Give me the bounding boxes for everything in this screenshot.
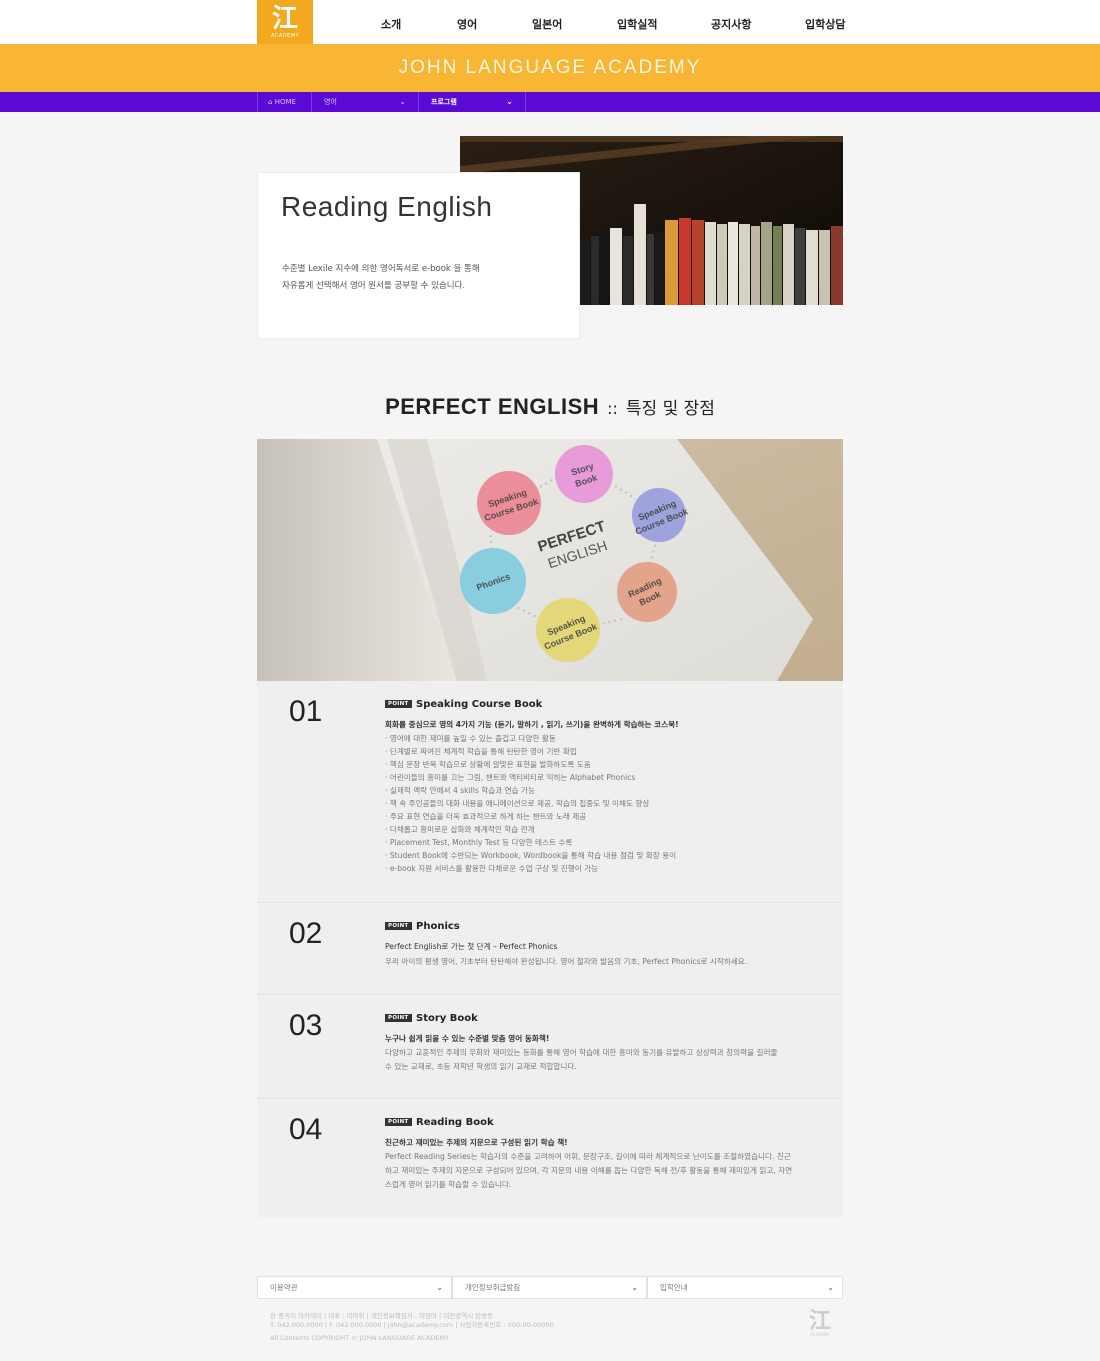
point-item: 03 POINT Story Book 누구나 쉽게 읽을 수 있는 수준별 맞…: [257, 995, 843, 1099]
nav-item-japanese[interactable]: 일본어: [532, 0, 562, 44]
perfect-english-diagram: Story Book Speaking Course Book Reading Book S…: [257, 439, 843, 681]
chevron-down-icon: ⌄: [827, 1283, 834, 1292]
diagram-node-circle: [617, 562, 677, 622]
list-item: 핵심 문장 반복 학습으로 상황에 알맞은 표현을 발화하도록 도움: [385, 758, 676, 771]
list-item: 실제적 맥락 안에서 4 skills 학습과 연습 가능: [385, 784, 676, 797]
point-feature-list: 영어에 대한 재미를 높일 수 있는 즐겁고 다양한 활동 단계별로 짜여진 체…: [385, 732, 676, 875]
chevron-down-icon: ⌄: [631, 1283, 638, 1292]
breadcrumb-home[interactable]: ⌂ HOME: [257, 92, 312, 112]
section-title: PERFECT ENGLISH:: 특징 및 장점: [0, 394, 1100, 420]
diagram-node: StoryBook: [555, 445, 613, 503]
nav-item-english[interactable]: 영어: [457, 0, 477, 44]
point-badge: POINT: [385, 1118, 412, 1126]
footer-select-terms[interactable]: 이용약관 ⌄: [257, 1276, 452, 1299]
breadcrumb-select-category[interactable]: 영어 ⌄: [312, 92, 419, 112]
feature-points: 01 POINT Speaking Course Book 회화를 중심으로 영…: [257, 681, 843, 1217]
point-badge: POINT: [385, 700, 412, 708]
point-lead: 친근하고 재미있는 주제의 지문으로 구성된 읽기 학습 책!: [385, 1138, 568, 1147]
footer-logo: 江 ACADEMY: [808, 1310, 832, 1337]
nav-item-consultation[interactable]: 입학상담: [805, 0, 845, 44]
title-banner: JOHN LANGUAGE ACADEMY: [0, 44, 1100, 92]
point-number: 03: [289, 1009, 323, 1042]
diagram-node: ReadingBook: [617, 562, 677, 622]
list-item: 다채롭고 흥미로운 삽화와 체계적인 학습 전개: [385, 823, 676, 836]
footer-logo-subtitle: ACADEMY: [810, 1332, 830, 1337]
point-lead: 회화를 중심으로 영의 4가지 기능 (듣기, 말하기 , 읽기, 쓰기)을 완…: [385, 720, 679, 729]
footer-contact-info: T. 042.000.0000 | F. 042.000.0000 | john…: [270, 1321, 554, 1329]
point-title: Phonics: [416, 921, 460, 932]
chevron-down-icon: ⌄: [399, 97, 406, 106]
list-item: 어린이들의 흥미를 끄는 그림, 챈트와 액티비티로 익히는 Alphabet …: [385, 771, 676, 784]
breadcrumb-category-label: 영어: [324, 98, 337, 106]
point-number: 01: [289, 695, 323, 728]
diagram-node: SpeakingCourse Book: [536, 598, 600, 662]
intro-description-line-1: 수준별 Lexile 지수에 의한 영어독서로 e-book 을 통해: [282, 264, 480, 274]
logo-subtitle: ACADEMY: [270, 32, 300, 39]
list-item: 단계별로 짜여진 체계적 학습을 통해 탄탄한 영어 기반 확립: [385, 745, 676, 758]
list-item: 주요 표현 연습을 더욱 효과적으로 하게 하는 챈트와 노래 제공: [385, 810, 676, 823]
breadcrumb-page-label: 프로그램: [431, 98, 457, 106]
point-title: Story Book: [416, 1013, 478, 1024]
footer-select-privacy[interactable]: 개인정보취급방침 ⌄: [452, 1276, 647, 1299]
list-item: Placement Test, Monthly Test 등 다양한 테스트 수…: [385, 836, 676, 849]
footer-logo-glyph: 江: [808, 1308, 831, 1334]
footer-copyright: All Contents COPYRIGHT © JOHN LANGUAGE A…: [270, 1334, 450, 1342]
section-title-en: PERFECT ENGLISH: [385, 394, 600, 419]
point-title: Speaking Course Book: [416, 699, 543, 710]
point-description: 우리 아이의 평생 영어, 기초부터 탄탄해야 완성됩니다. 영어 철자와 발음…: [385, 957, 748, 966]
section-title-ko: 특징 및 장점: [625, 399, 715, 419]
diagram-node: SpeakingCourse Book: [477, 471, 541, 535]
academy-logo[interactable]: 江 ACADEMY: [257, 0, 313, 44]
chevron-down-icon: ⌄: [506, 97, 513, 106]
footer-select-label: 개인정보취급방침: [465, 1283, 521, 1292]
footer-select-label: 입학안내: [660, 1283, 688, 1292]
point-description: 다양하고 교훈적인 주제의 우화와 재미있는 동화를 통해 영어 학습에 대한 …: [385, 1048, 778, 1071]
point-badge: POINT: [385, 922, 412, 930]
main-nav: 소개 영어 일본어 입학실적 공지사항 입학상담: [350, 0, 850, 44]
footer-select-admission[interactable]: 입학안내 ⌄: [647, 1276, 843, 1299]
page-title: Reading English: [281, 191, 493, 222]
nav-item-about[interactable]: 소개: [381, 0, 401, 44]
section-title-separator: ::: [607, 399, 618, 418]
nav-item-notices[interactable]: 공지사항: [711, 0, 751, 44]
banner-title: JOHN LANGUAGE ACADEMY: [398, 57, 702, 78]
intro-description-line-2: 자유롭게 선택해서 영어 원서를 공부할 수 있습니다.: [282, 281, 466, 291]
chevron-down-icon: ⌄: [436, 1283, 443, 1292]
diagram-node: Phonics: [460, 548, 526, 614]
point-lead: 누구나 쉽게 읽을 수 있는 수준별 맞춤 영어 동화책!: [385, 1034, 550, 1043]
nav-item-admission-results[interactable]: 입학실적: [617, 0, 657, 44]
footer-select-label: 이용약관: [270, 1283, 298, 1292]
diagram-node-circle: [555, 445, 613, 503]
list-item: Student Book에 수반되는 Workbook, Wordbook을 통…: [385, 849, 676, 862]
breadcrumb-select-page[interactable]: 프로그램 ⌄: [419, 92, 526, 112]
point-lead: Perfect English로 가는 첫 단계 – Perfect Phoni…: [385, 942, 558, 951]
list-item: e-book 지원 서비스를 활용한 다채로운 수업 구상 및 진행이 가능: [385, 862, 676, 875]
logo-glyph: 江: [271, 3, 298, 34]
point-item: 04 POINT Reading Book 친근하고 재미있는 주제의 지문으로…: [257, 1099, 843, 1217]
home-icon: ⌂: [268, 98, 273, 106]
point-description: Perfect Reading Series는 학습자의 수준을 고려하여 어휘…: [385, 1152, 793, 1189]
point-number: 04: [289, 1113, 323, 1146]
intro-description: 수준별 Lexile 지수에 의한 영어독서로 e-book 을 통해 자유롭게…: [282, 261, 562, 295]
point-title: Reading Book: [416, 1117, 494, 1128]
point-item: 01 POINT Speaking Course Book 회화를 중심으로 영…: [257, 681, 843, 903]
list-item: 영어에 대한 재미를 높일 수 있는 즐겁고 다양한 활동: [385, 732, 676, 745]
list-item: 책 속 주인공들의 대화 내용을 애니메이션으로 제공, 학습의 집중도 및 이…: [385, 797, 676, 810]
point-number: 02: [289, 917, 323, 950]
point-item: 02 POINT Phonics Perfect English로 가는 첫 단…: [257, 903, 843, 995]
breadcrumb-home-label: HOME: [274, 98, 296, 106]
point-badge: POINT: [385, 1014, 412, 1022]
top-header: 江 ACADEMY 소개 영어 일본어 입학실적 공지사항 입학상담: [0, 0, 1100, 44]
breadcrumb: ⌂ HOME 영어 ⌄ 프로그램 ⌄: [0, 92, 1100, 112]
intro-card: Reading English 수준별 Lexile 지수에 의한 영어독서로 …: [257, 172, 580, 339]
